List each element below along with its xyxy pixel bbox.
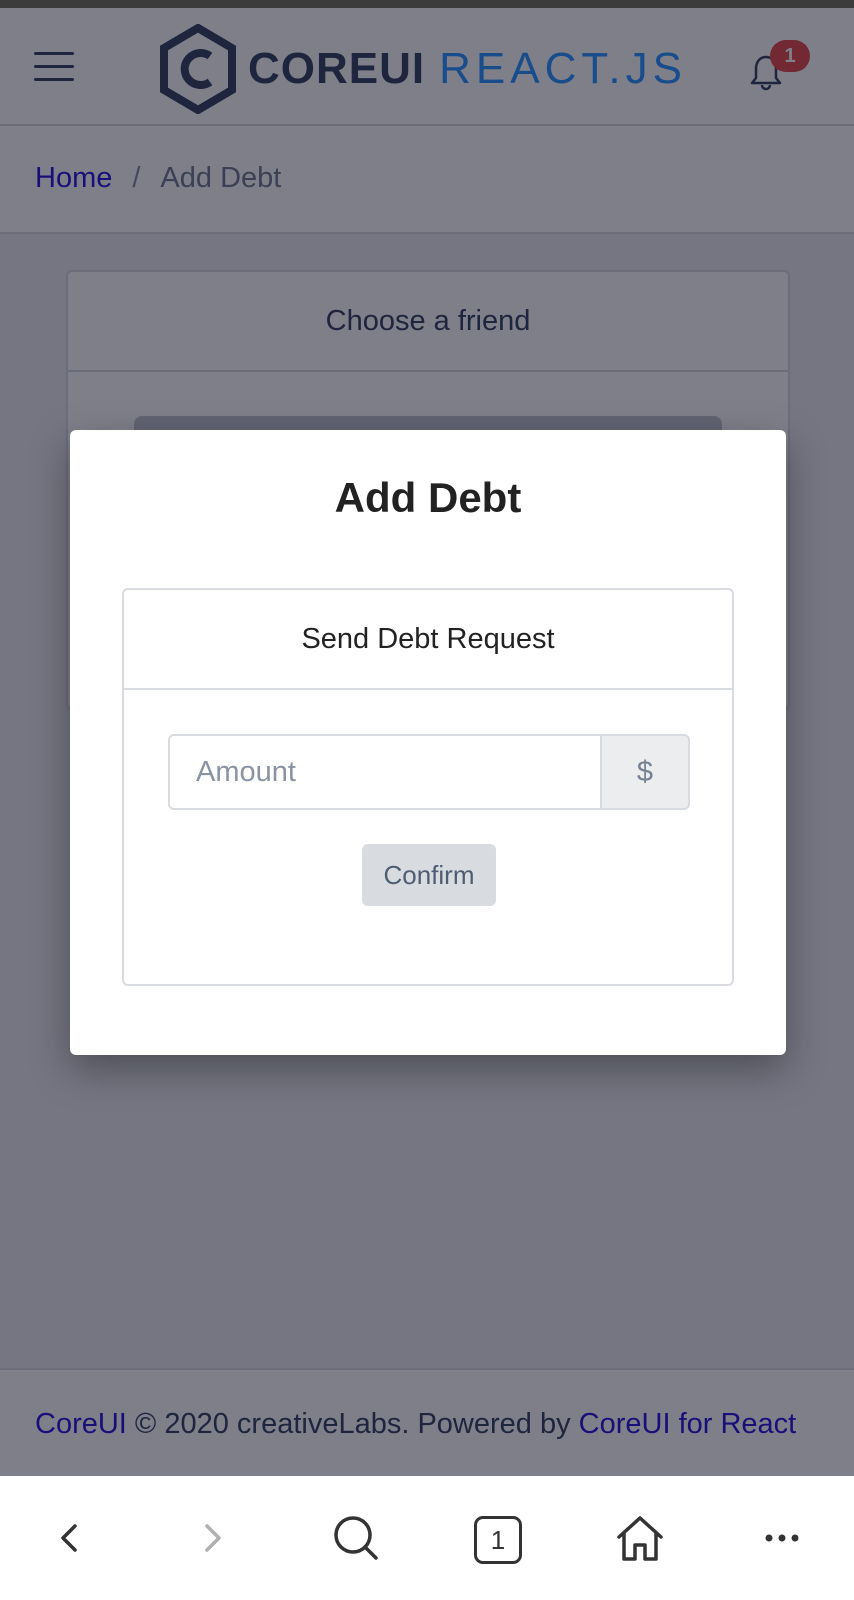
status-strip	[0, 0, 854, 8]
search-icon	[334, 1516, 378, 1560]
amount-input[interactable]	[168, 734, 600, 810]
modal-title: Add Debt	[334, 474, 522, 521]
forward-icon	[205, 1524, 221, 1552]
more-button[interactable]	[742, 1498, 822, 1578]
tabs-icon: 1	[474, 1516, 522, 1564]
search-button[interactable]	[316, 1498, 396, 1578]
confirm-button[interactable]: Confirm	[362, 844, 496, 906]
more-icon	[765, 1534, 799, 1542]
browser-toolbar: 1	[0, 1476, 854, 1600]
add-debt-modal: Add Debt Send Debt Request $ Confirm	[70, 430, 786, 1055]
back-button[interactable]	[30, 1498, 110, 1578]
send-debt-card: Send Debt Request $ Confirm	[122, 588, 734, 986]
back-icon	[61, 1524, 77, 1552]
amount-input-group: $	[168, 734, 690, 810]
currency-addon: $	[600, 734, 690, 810]
home-icon	[617, 1516, 663, 1561]
tabs-button[interactable]: 1	[456, 1498, 536, 1578]
home-button[interactable]	[600, 1498, 680, 1578]
send-debt-card-title: Send Debt Request	[124, 590, 732, 690]
forward-button[interactable]	[172, 1498, 252, 1578]
